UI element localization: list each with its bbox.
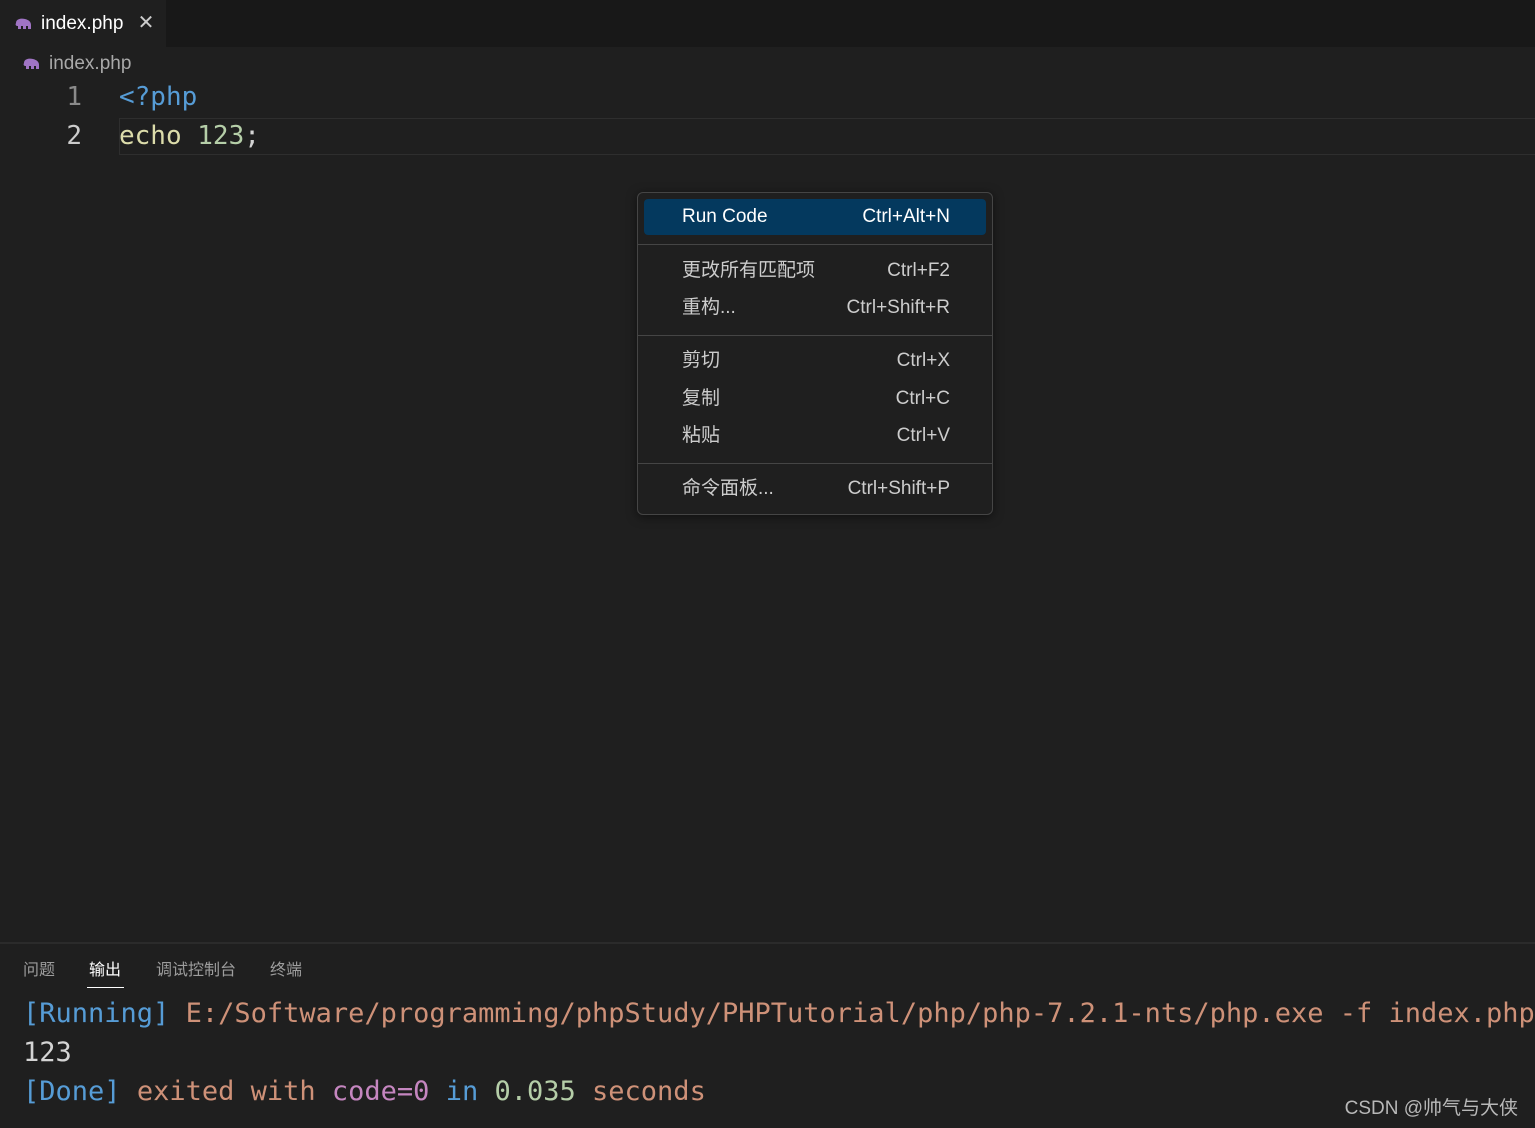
code-text: echo 123; xyxy=(119,117,260,156)
echo-keyword: echo xyxy=(119,121,182,151)
php-open-tag: <?php xyxy=(119,82,198,112)
output-result-line: 123 xyxy=(23,1037,72,1068)
tab-output[interactable]: 输出 xyxy=(89,960,121,982)
done-seconds: seconds xyxy=(592,1076,706,1107)
context-menu: Run Code Ctrl+Alt+N 更改所有匹配项 Ctrl+F2 重构..… xyxy=(637,192,993,515)
done-in: in xyxy=(445,1076,479,1107)
menu-separator xyxy=(638,463,992,464)
running-tag: [Running] xyxy=(23,998,170,1029)
menu-item-paste[interactable]: 粘贴 Ctrl+V xyxy=(644,418,986,454)
semicolon: ; xyxy=(244,121,260,151)
running-command: E:/Software/programming/phpStudy/PHPTuto… xyxy=(185,998,1535,1029)
menu-item-run-code[interactable]: Run Code Ctrl+Alt+N xyxy=(644,199,986,235)
done-exited: exited with xyxy=(136,1076,316,1107)
menu-separator xyxy=(638,244,992,245)
menu-item-label: 更改所有匹配项 xyxy=(682,260,816,281)
tab-problems[interactable]: 问题 xyxy=(23,960,55,982)
number-literal: 123 xyxy=(197,121,245,151)
menu-item-shortcut: Ctrl+F2 xyxy=(887,260,950,281)
menu-item-label: 复制 xyxy=(682,388,721,409)
menu-item-shortcut: Ctrl+C xyxy=(895,388,950,409)
active-tab-indicator xyxy=(87,987,124,988)
code-line[interactable]: 2 echo 123; xyxy=(0,117,1535,156)
menu-item-label: 重构... xyxy=(682,297,736,318)
menu-item-label: Run Code xyxy=(682,206,768,227)
bottom-panel: 问题 输出 调试控制台 终端 [Running] E:/Software/pro… xyxy=(0,942,1535,1128)
breadcrumb-label: index.php xyxy=(49,53,132,74)
menu-item-shortcut: Ctrl+X xyxy=(896,350,950,371)
done-tag: [Done] xyxy=(23,1076,121,1107)
php-elephant-icon xyxy=(15,18,31,29)
menu-item-change-all-occurrences[interactable]: 更改所有匹配项 Ctrl+F2 xyxy=(644,253,986,289)
php-elephant-icon xyxy=(23,58,39,69)
menu-item-shortcut: Ctrl+Alt+N xyxy=(862,206,950,227)
menu-item-cut[interactable]: 剪切 Ctrl+X xyxy=(644,343,986,379)
watermark: CSDN @帅气与大侠 xyxy=(1344,1098,1518,1119)
menu-separator xyxy=(638,335,992,336)
tab-bar: index.php ✕ xyxy=(0,0,1535,47)
menu-item-label: 粘贴 xyxy=(682,425,721,446)
menu-item-label: 命令面板... xyxy=(682,478,774,499)
tab-index-php[interactable]: index.php ✕ xyxy=(0,0,166,47)
tab-label: index.php xyxy=(41,12,124,34)
menu-item-shortcut: Ctrl+Shift+R xyxy=(846,297,950,318)
breadcrumb[interactable]: index.php xyxy=(22,52,131,76)
close-icon[interactable]: ✕ xyxy=(137,12,155,34)
line-number: 1 xyxy=(66,82,82,112)
done-time: 0.035 xyxy=(494,1076,576,1107)
done-code: code=0 xyxy=(331,1076,430,1107)
code-line[interactable]: 1 <?php xyxy=(0,78,1535,117)
menu-item-refactor[interactable]: 重构... Ctrl+Shift+R xyxy=(644,290,986,326)
menu-item-copy[interactable]: 复制 Ctrl+C xyxy=(644,381,986,417)
menu-item-shortcut: Ctrl+Shift+P xyxy=(847,478,950,499)
menu-item-command-palette[interactable]: 命令面板... Ctrl+Shift+P xyxy=(644,471,986,507)
output-running-line: [Running] E:/Software/programming/phpStu… xyxy=(23,994,1535,1033)
tab-debug-console[interactable]: 调试控制台 xyxy=(156,960,236,982)
menu-item-shortcut: Ctrl+V xyxy=(896,425,950,446)
tab-terminal[interactable]: 终端 xyxy=(270,960,302,982)
menu-item-label: 剪切 xyxy=(682,350,721,371)
line-number: 2 xyxy=(66,121,82,151)
output-done-line: [Done] exited with code=0 in 0.035 secon… xyxy=(23,1072,706,1111)
